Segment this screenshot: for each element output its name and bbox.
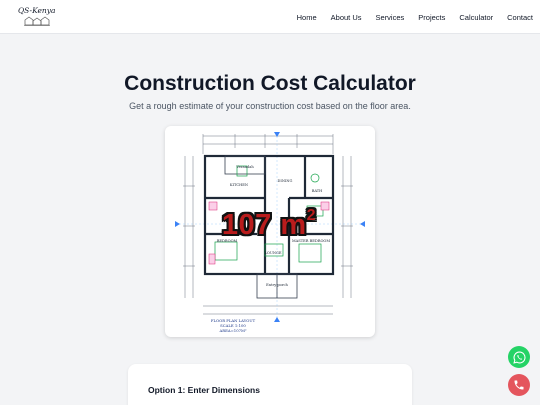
calculator-form-card: Option 1: Enter Dimensions [128,364,412,405]
page-subtitle: Get a rough estimate of your constructio… [129,101,411,111]
nav-link-projects[interactable]: Projects [418,13,445,22]
room-label-verandah: Verandah [235,165,254,169]
room-label-lounge: LOUNGE [264,251,281,255]
nav-link-home[interactable]: Home [297,13,317,22]
nav-link-calculator[interactable]: Calculator [459,13,493,22]
floor-area-badge: 107 m2 [199,207,339,242]
page-title: Construction Cost Calculator [124,72,416,95]
room-label-kitchen: KITCHEN [230,183,248,187]
nav-link-about-us[interactable]: About Us [331,13,362,22]
phone-icon [514,380,524,390]
floor-area-value: 107 m [221,209,307,241]
logo-houses-icon [24,16,50,26]
nav-links: Home About Us Services Projects Calculat… [283,0,533,34]
floor-area-unit: 2 [306,207,317,224]
brand-logo[interactable]: QS-Kenya [18,6,58,28]
nav-link-services[interactable]: Services [376,13,405,22]
option1-heading: Option 1: Enter Dimensions [148,385,260,395]
brand-name: QS-Kenya [18,6,56,15]
whatsapp-button[interactable] [508,346,530,368]
navbar: QS-Kenya Home About Us Services Projects… [0,0,540,34]
room-label-dining: DINING [278,179,293,183]
plan-caption-line-3: AREA=107M² [219,328,247,333]
whatsapp-icon [512,351,526,364]
room-label-entry-porch: Entry porch [266,283,288,287]
call-button[interactable] [508,374,530,396]
nav-link-contact[interactable]: Contact [507,13,533,22]
room-label-bath: BATH [312,189,323,193]
floor-plan-image: Verandah KITCHEN DINING BATH BEDROOM LOU… [165,126,375,337]
